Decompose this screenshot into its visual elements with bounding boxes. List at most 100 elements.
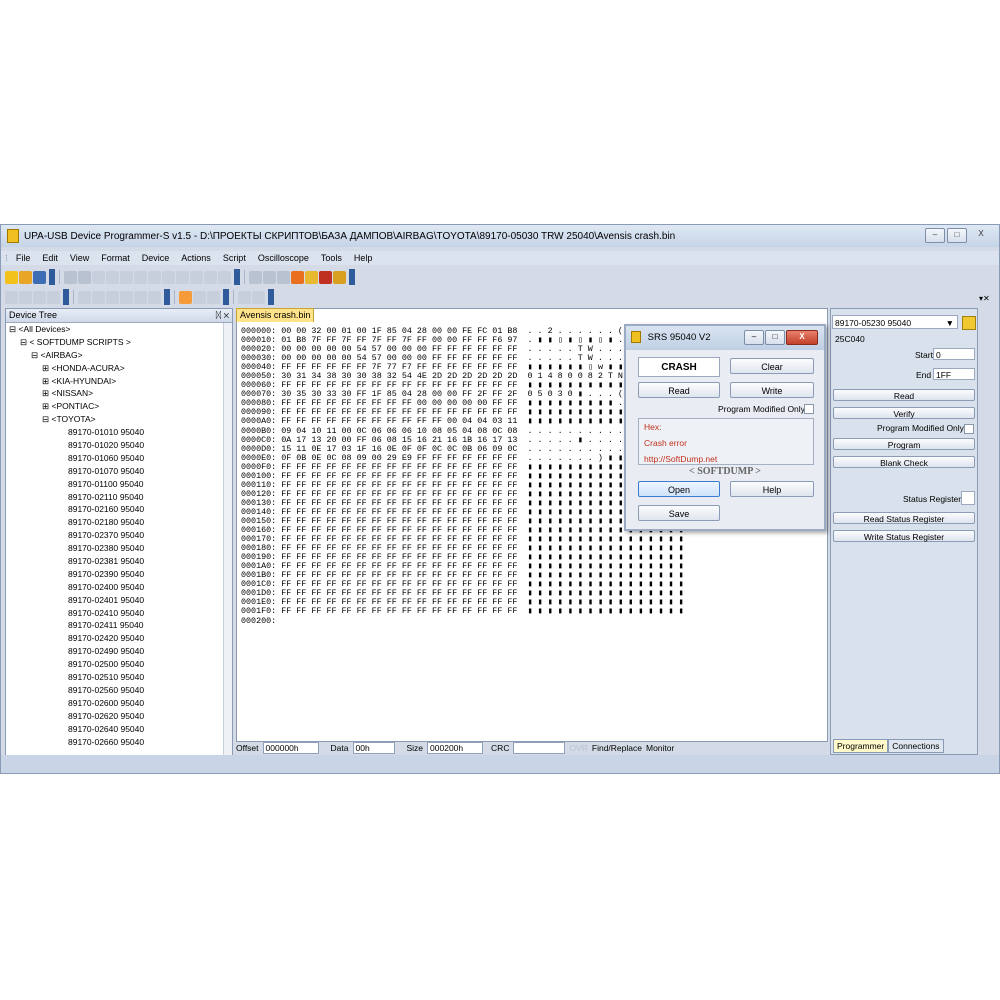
verify-icon[interactable] xyxy=(277,270,290,284)
undo-icon[interactable] xyxy=(5,290,18,304)
paste-icon[interactable] xyxy=(120,270,133,284)
copy2-icon[interactable] xyxy=(47,290,60,304)
tree-item[interactable]: 89170-02500 95040 xyxy=(6,658,226,671)
program-button[interactable]: Program xyxy=(833,438,975,450)
tab-connections[interactable]: Connections xyxy=(888,739,944,753)
monitor-link[interactable]: Monitor xyxy=(646,743,674,753)
document3-icon[interactable] xyxy=(204,270,217,284)
read-chip-icon[interactable] xyxy=(249,270,262,284)
forward-icon[interactable] xyxy=(78,270,91,284)
save-icon[interactable] xyxy=(33,270,46,284)
dialog-read-button[interactable]: Read xyxy=(638,382,720,398)
cut-icon[interactable] xyxy=(92,270,105,284)
tree-item[interactable]: 89170-02390 95040 xyxy=(6,568,226,581)
tree-item[interactable]: ⊞ <PONTIAC> xyxy=(6,400,226,413)
tree-item[interactable]: 89170-02620 95040 xyxy=(6,710,226,723)
device-info-icon[interactable] xyxy=(962,316,976,330)
tree-item[interactable]: 89170-02110 95040 xyxy=(6,491,226,504)
view3-icon[interactable] xyxy=(106,290,119,304)
tree-item[interactable]: 89170-02640 95040 xyxy=(6,723,226,736)
tree-item[interactable]: 89170-02410 95040 xyxy=(6,607,226,620)
tree-item[interactable]: ⊞ <KIA-HYUNDAI> xyxy=(6,375,226,388)
dialog-write-button[interactable]: Write xyxy=(730,382,814,398)
dialog-maximize-button[interactable]: □ xyxy=(765,330,785,345)
find-icon[interactable] xyxy=(148,270,161,284)
status-register-input[interactable] xyxy=(961,491,975,505)
offset-field[interactable]: 000000h xyxy=(262,742,319,754)
tree-item[interactable]: 89170-02381 95040 xyxy=(6,555,226,568)
chip-icon[interactable] xyxy=(218,270,231,284)
tree-item[interactable]: 89170-01060 95040 xyxy=(6,452,226,465)
view5-icon[interactable] xyxy=(134,290,147,304)
tree-item[interactable]: 89170-02510 95040 xyxy=(6,671,226,684)
menu-oscilloscope[interactable]: Oscilloscope xyxy=(252,253,315,263)
find-replace-link[interactable]: Find/Replace xyxy=(592,743,642,753)
dialog-minimize-button[interactable]: – xyxy=(744,330,764,345)
script-icon[interactable] xyxy=(305,270,318,284)
dock-controls-icon[interactable]: ▾✕ xyxy=(979,294,990,303)
tree-item[interactable]: ⊟ <AIRBAG> xyxy=(6,349,226,362)
tree-item[interactable]: 89170-02660 95040 xyxy=(6,736,226,749)
tree-item[interactable]: 89170-02160 95040 xyxy=(6,503,226,516)
highlight-icon[interactable] xyxy=(179,290,192,304)
tree-item[interactable]: ⊟ <All Devices> xyxy=(6,323,226,336)
tree-item[interactable]: ⊞ <NISSAN> xyxy=(6,387,226,400)
hex-dump[interactable]: 000000: 00 00 32 00 01 00 1F 85 04 28 00… xyxy=(241,326,684,626)
delete-icon[interactable] xyxy=(134,270,147,284)
hex-line[interactable]: 000200: xyxy=(241,616,684,626)
open-icon[interactable] xyxy=(19,270,32,284)
tree-item[interactable]: 89170-02180 95040 xyxy=(6,516,226,529)
sum-icon[interactable] xyxy=(333,270,346,284)
softdump-url[interactable]: http://SoftDump.net xyxy=(644,454,717,464)
menu-edit[interactable]: Edit xyxy=(36,253,64,263)
tree-item[interactable]: 89170-02600 95040 xyxy=(6,697,226,710)
menu-help[interactable]: Help xyxy=(348,253,379,263)
dialog-save-button[interactable]: Save xyxy=(638,505,720,521)
replace-icon[interactable] xyxy=(162,270,175,284)
tree-item[interactable]: ⊟ <TOYOTA> xyxy=(6,413,226,426)
new-icon[interactable] xyxy=(5,270,18,284)
crc-field[interactable] xyxy=(513,742,566,754)
view4-icon[interactable] xyxy=(120,290,133,304)
menu-file[interactable]: File xyxy=(10,253,37,263)
blank-check-button[interactable]: Blank Check xyxy=(833,456,975,468)
menu-actions[interactable]: Actions xyxy=(175,253,217,263)
menu-script[interactable]: Script xyxy=(217,253,252,263)
edit-icon[interactable] xyxy=(291,270,304,284)
redo-icon[interactable] xyxy=(19,290,32,304)
view6-icon[interactable] xyxy=(148,290,161,304)
tree-item[interactable]: 89170-02380 95040 xyxy=(6,542,226,555)
tree-item[interactable]: 89170-02560 95040 xyxy=(6,684,226,697)
tree-item[interactable]: 89170-01100 95040 xyxy=(6,478,226,491)
tree-scrollbar[interactable] xyxy=(223,323,232,755)
tree-item[interactable]: 89170-02411 95040 xyxy=(6,619,226,632)
end-input[interactable]: 1FF xyxy=(933,368,975,380)
bookmark-icon[interactable] xyxy=(207,290,220,304)
menu-device[interactable]: Device xyxy=(136,253,176,263)
tree-item[interactable]: 89170-02420 95040 xyxy=(6,632,226,645)
view1-icon[interactable] xyxy=(78,290,91,304)
device-select[interactable]: 89170-05230 95040 ▼ xyxy=(832,315,958,329)
copy-icon[interactable] xyxy=(106,270,119,284)
bug-icon[interactable] xyxy=(319,270,332,284)
tree-item[interactable]: 89170-02490 95040 xyxy=(6,645,226,658)
hex-line[interactable]: 0001F0: FF FF FF FF FF FF FF FF FF FF FF… xyxy=(241,607,684,616)
cut2-icon[interactable] xyxy=(33,290,46,304)
maximize-button[interactable]: □ xyxy=(947,228,967,243)
program-modified-only-checkbox[interactable] xyxy=(964,424,974,434)
tree-item[interactable]: 89170-02401 95040 xyxy=(6,594,226,607)
write-chip-icon[interactable] xyxy=(263,270,276,284)
zoom-icon[interactable] xyxy=(193,290,206,304)
menu-format[interactable]: Format xyxy=(95,253,136,263)
dialog-open-button[interactable]: Open xyxy=(638,481,720,497)
play-icon[interactable] xyxy=(238,290,251,304)
read-button[interactable]: Read xyxy=(833,389,975,401)
minimize-button[interactable]: – xyxy=(925,228,945,243)
document-icon[interactable] xyxy=(176,270,189,284)
stop-icon[interactable] xyxy=(252,290,265,304)
size-field[interactable]: 000200h xyxy=(427,742,484,754)
menu-view[interactable]: View xyxy=(64,253,95,263)
tab-programmer[interactable]: Programmer xyxy=(833,739,889,753)
start-input[interactable]: 0 xyxy=(933,348,975,360)
tree-item[interactable]: 89170-02400 95040 xyxy=(6,581,226,594)
